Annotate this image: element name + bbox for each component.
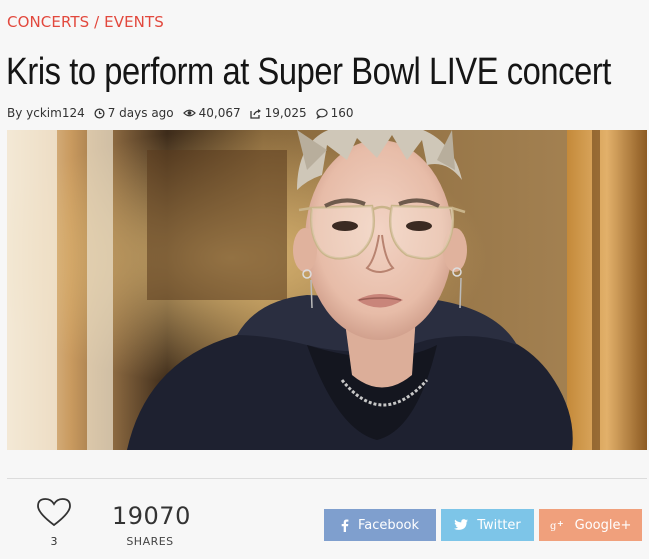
share-count: 19070 — [112, 502, 191, 530]
shares-meta-count: 19,025 — [264, 106, 307, 120]
shares-meta: 19,025 — [249, 106, 307, 120]
facebook-icon — [341, 519, 349, 532]
comment-icon — [316, 108, 328, 119]
like-button[interactable]: 3 — [36, 497, 72, 548]
facebook-share-button[interactable]: Facebook — [324, 509, 436, 541]
svg-text:+: + — [557, 519, 564, 528]
views-count: 40,067 — [198, 106, 241, 120]
share-counter: 19070 SHARES — [112, 502, 191, 548]
googleplus-share-button[interactable]: g + Google+ — [539, 509, 642, 541]
article-page: CONCERTS / EVENTS Kris to perform at Sup… — [0, 0, 649, 559]
facebook-label: Facebook — [357, 517, 420, 533]
shares-label: SHARES — [126, 535, 174, 548]
hero-image[interactable] — [7, 130, 647, 450]
category-link[interactable]: CONCERTS / EVENTS — [7, 13, 164, 31]
time-meta: 7 days ago — [94, 106, 174, 120]
twitter-icon — [454, 519, 469, 530]
divider — [7, 478, 647, 479]
googleplus-icon: g + — [550, 519, 564, 531]
eye-icon — [182, 109, 196, 117]
article-title: Kris to perform at Super Bowl LIVE conce… — [6, 51, 611, 93]
like-count: 3 — [50, 535, 58, 548]
time-text: 7 days ago — [107, 106, 174, 120]
clock-icon — [94, 107, 105, 119]
comments-meta: 160 — [316, 106, 354, 120]
comments-count: 160 — [330, 106, 354, 120]
twitter-label: Twitter — [477, 517, 521, 533]
googleplus-label: Google+ — [574, 517, 632, 533]
share-icon — [249, 108, 261, 119]
article-meta: By yckim124 7 days ago 40,067 19,025 160 — [7, 106, 363, 120]
twitter-share-button[interactable]: Twitter — [441, 509, 534, 541]
heart-icon — [37, 498, 71, 527]
views-meta: 40,067 — [182, 106, 241, 120]
svg-text:g: g — [550, 521, 557, 531]
author-link[interactable]: By yckim124 — [7, 106, 85, 120]
